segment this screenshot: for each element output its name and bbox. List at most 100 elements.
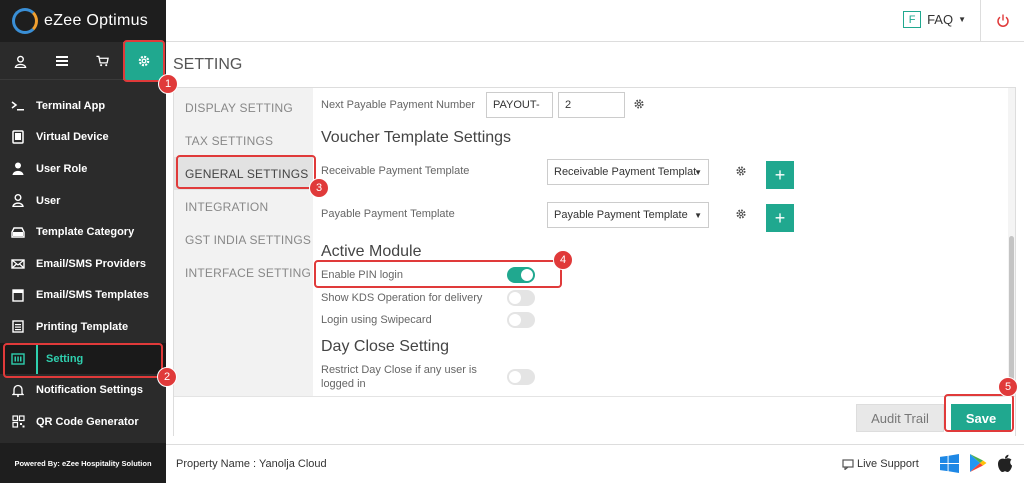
gear-icon[interactable] (735, 208, 747, 220)
scrollbar-thumb[interactable] (1009, 236, 1014, 386)
status-bar: Property Name : Yanolja Cloud Live Suppo… (166, 444, 1024, 483)
nav-gst-india-settings[interactable]: GST INDIA SETTINGS (174, 223, 313, 256)
callout-badge: 4 (553, 250, 573, 270)
callout-highlight-settings-tab (123, 40, 165, 82)
faq-label: FAQ (927, 12, 954, 27)
form-footer: Audit Trail Save (174, 396, 1015, 436)
chat-icon (842, 458, 854, 470)
sidebar-item-virtual-device[interactable]: Virtual Device (0, 122, 166, 154)
payable-prefix-input[interactable]: PAYOUT- (486, 92, 553, 118)
active-module-heading: Active Module (321, 243, 422, 260)
receivable-template-label: Receivable Payment Template (321, 165, 470, 177)
callout-badge: 5 (998, 377, 1018, 397)
nav-display-setting[interactable]: DISPLAY SETTING (174, 91, 313, 124)
callout-badge: 1 (158, 74, 178, 94)
top-bar: F FAQ ▼ (166, 0, 1024, 42)
payable-template-value: Payable Payment Template (554, 209, 688, 221)
add-receivable-template-button[interactable]: + (766, 161, 794, 189)
day-close-toggle[interactable] (507, 369, 535, 385)
kds-delivery-toggle[interactable] (507, 290, 535, 306)
faq-badge: F (903, 11, 922, 28)
user-icon (0, 194, 36, 208)
nav-interface-setting[interactable]: INTERFACE SETTING (174, 256, 313, 289)
swipecard-login-toggle[interactable] (507, 312, 535, 328)
live-support-link[interactable]: Live Support (842, 458, 919, 470)
caret-down-icon: ▼ (958, 15, 966, 24)
gear-icon[interactable] (735, 165, 747, 177)
sidebar-item-user-role[interactable]: User Role (0, 153, 166, 185)
sidebar-item-printing-template[interactable]: Printing Template (0, 311, 166, 343)
faq-dropdown[interactable]: F FAQ ▼ (903, 11, 966, 28)
sidebar-item-label: Printing Template (36, 320, 129, 333)
toggle-knob (509, 371, 521, 383)
sidebar-item-label: Notification Settings (36, 384, 143, 397)
google-play-icon[interactable] (969, 453, 987, 473)
callout-highlight-setting-menu (3, 343, 163, 378)
property-name: Property Name : Yanolja Cloud (176, 458, 327, 470)
power-icon (996, 14, 1009, 27)
sidebar-item-user[interactable]: User (0, 185, 166, 217)
form-scrollbar[interactable] (1008, 88, 1015, 396)
day-close-label: Restrict Day Close if any user is logged… (321, 364, 477, 390)
tab-user[interactable] (0, 42, 41, 80)
app-store-links (940, 453, 1013, 473)
callout-badge: 2 (157, 367, 177, 387)
document-icon (0, 320, 36, 334)
app-name: eZee Optimus (44, 12, 149, 29)
powered-by: Powered By: eZee Hospitality Solution (0, 443, 166, 483)
sidebar-item-email-sms-templates[interactable]: Email/SMS Templates (0, 280, 166, 312)
toggle-knob (509, 314, 521, 326)
sidebar-item-label: User (36, 194, 61, 207)
logout-button[interactable] (980, 0, 1024, 42)
page-title: SETTING (173, 56, 243, 73)
tray-icon (0, 226, 36, 238)
audit-trail-button[interactable]: Audit Trail (856, 404, 944, 432)
add-payable-template-button[interactable]: + (766, 204, 794, 232)
windows-icon[interactable] (940, 453, 959, 473)
callout-highlight-save (944, 394, 1014, 432)
receivable-template-select[interactable]: Receivable Payment Templat ▼ (547, 159, 709, 185)
sidebar-item-template-category[interactable]: Template Category (0, 216, 166, 248)
app-logo[interactable]: eZee Optimus (0, 0, 166, 42)
nav-integration[interactable]: INTEGRATION (174, 190, 313, 223)
user-icon (14, 55, 27, 68)
payable-number-input[interactable]: 2 (558, 92, 625, 118)
tab-cart[interactable] (82, 42, 123, 80)
sidebar-item-label: Virtual Device (36, 131, 109, 144)
general-settings-form: Next Payable Payment Number PAYOUT- 2 Vo… (321, 88, 991, 396)
voucher-template-heading: Voucher Template Settings (321, 129, 512, 146)
tablet-icon (0, 130, 36, 145)
payable-template-label: Payable Payment Template (321, 208, 455, 220)
sidebar-item-notification-settings[interactable]: Notification Settings (0, 374, 166, 406)
envelope-icon (0, 259, 36, 269)
sidebar-item-email-sms-providers[interactable]: Email/SMS Providers (0, 248, 166, 280)
browser-icon (0, 289, 36, 302)
payable-template-select[interactable]: Payable Payment Template ▼ (547, 202, 709, 228)
menu-icon (55, 56, 68, 66)
plus-icon: + (774, 164, 786, 185)
user-role-icon (0, 162, 36, 176)
sidebar-item-label: Template Category (36, 226, 135, 239)
sidebar-menu: Terminal App Virtual Device User Role Us… (0, 90, 166, 438)
terminal-icon (0, 101, 36, 111)
plus-icon: + (774, 207, 786, 228)
nav-tax-settings[interactable]: TAX SETTINGS (174, 124, 313, 157)
day-close-heading: Day Close Setting (321, 338, 450, 355)
kds-delivery-label: Show KDS Operation for delivery (321, 292, 483, 304)
receivable-template-value: Receivable Payment Templat (554, 166, 697, 178)
caret-down-icon: ▼ (694, 168, 702, 177)
tab-menu[interactable] (41, 42, 82, 80)
sidebar-item-label: Email/SMS Providers (36, 257, 147, 270)
next-payable-label: Next Payable Payment Number (321, 99, 476, 111)
settings-panel: DISPLAY SETTING TAX SETTINGS GENERAL SET… (173, 87, 1016, 436)
gear-icon[interactable] (633, 98, 645, 110)
toggle-knob (509, 292, 521, 304)
sidebar-item-terminal-app[interactable]: Terminal App (0, 90, 166, 122)
swipecard-login-label: Login using Swipecard (321, 314, 432, 326)
sidebar-item-label: User Role (36, 162, 88, 175)
sidebar-item-label: Email/SMS Templates (36, 289, 149, 302)
sidebar-item-qr-code-generator[interactable]: QR Code Generator (0, 406, 166, 438)
apple-icon[interactable] (997, 454, 1013, 473)
live-support-label: Live Support (857, 458, 919, 470)
sidebar-item-label: QR Code Generator (36, 415, 139, 428)
